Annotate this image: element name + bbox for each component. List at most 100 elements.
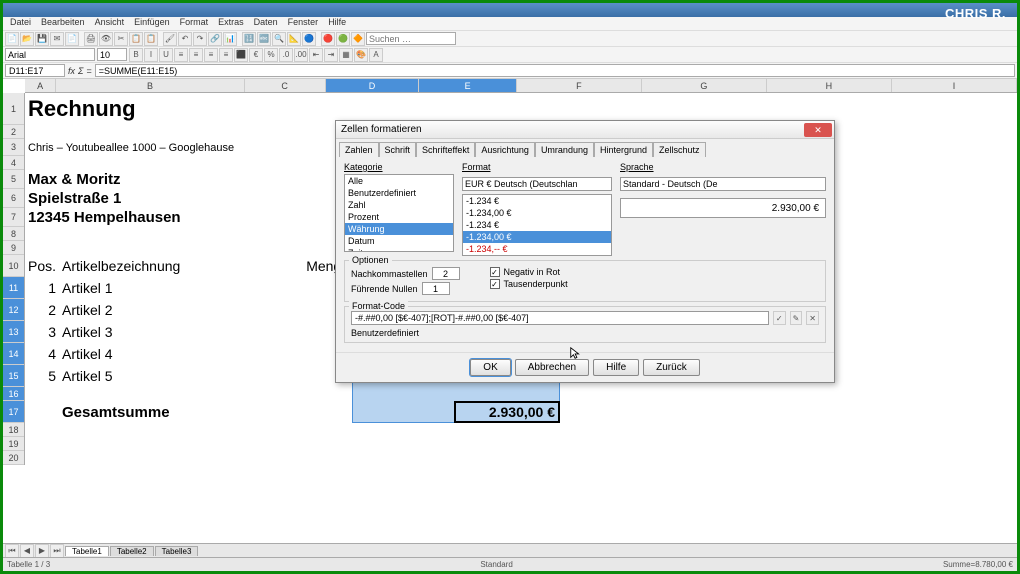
nullen-input[interactable]	[422, 282, 450, 295]
formula-input[interactable]: =SUMME(E11:E15)	[95, 64, 1015, 77]
toolbar-btn-16[interactable]: 🔤	[257, 32, 271, 46]
cell-reference-box[interactable]: D11:E17	[5, 64, 65, 77]
toolbar-btn-21[interactable]: 🟢	[336, 32, 350, 46]
menu-daten[interactable]: Daten	[249, 17, 283, 30]
cell[interactable]: 12345 Hempelhausen	[25, 208, 325, 227]
row-header[interactable]: 13	[3, 321, 24, 343]
menu-fenster[interactable]: Fenster	[283, 17, 324, 30]
cell[interactable]: 4	[25, 343, 59, 365]
row-header[interactable]: 20	[3, 451, 24, 465]
dialog-tab[interactable]: Schrifteffekt	[416, 142, 475, 157]
list-item[interactable]: -1.234 €	[463, 195, 611, 207]
formatcode-input[interactable]	[351, 311, 769, 325]
code-edit-icon[interactable]: ✎	[790, 311, 803, 325]
list-item[interactable]: Zahl	[345, 199, 453, 211]
cell[interactable]: 5	[25, 365, 59, 387]
row-header[interactable]: 17	[3, 401, 24, 423]
toolbar-btn-13[interactable]: 🔗	[208, 32, 222, 46]
toolbar-btn-9[interactable]: 📋	[144, 32, 158, 46]
dialog-tab[interactable]: Ausrichtung	[475, 142, 535, 157]
fmt-btn-7[interactable]: ⬛	[234, 48, 248, 62]
row-header[interactable]: 10	[3, 255, 24, 277]
font-name-select[interactable]	[5, 48, 95, 61]
fmt-btn-14[interactable]: ▦	[339, 48, 353, 62]
negativ-checkbox[interactable]: ✓	[490, 267, 500, 277]
toolbar-btn-1[interactable]: 📂	[20, 32, 34, 46]
row-header[interactable]: 9	[3, 241, 24, 255]
cell[interactable]: Artikelbezeichnung	[59, 255, 264, 277]
menu-format[interactable]: Format	[175, 17, 214, 30]
menu-bearbeiten[interactable]: Bearbeiten	[36, 17, 90, 30]
row-header[interactable]: 15	[3, 365, 24, 387]
cell[interactable]: 2	[25, 299, 59, 321]
cell[interactable]: Pos.	[25, 255, 59, 277]
row-header[interactable]: 7	[3, 208, 24, 227]
fx-icon[interactable]: fx	[68, 66, 75, 76]
toolbar-btn-12[interactable]: ↷	[193, 32, 207, 46]
list-item[interactable]: -1.234,-- €	[463, 243, 611, 255]
row-header[interactable]: 8	[3, 227, 24, 241]
cancel-button[interactable]: Abbrechen	[515, 359, 589, 376]
fmt-btn-1[interactable]: I	[144, 48, 158, 62]
toolbar-btn-0[interactable]: 📄	[5, 32, 19, 46]
tab-nav-last-icon[interactable]: ⏭	[50, 544, 64, 558]
toolbar-btn-15[interactable]: 🔢	[242, 32, 256, 46]
dialog-tab[interactable]: Zellschutz	[653, 142, 706, 157]
toolbar-btn-11[interactable]: ↶	[178, 32, 192, 46]
format-list[interactable]: -1.234 €-1.234,00 €-1.234 €-1.234,00 €-1…	[462, 194, 612, 256]
fmt-btn-4[interactable]: ≡	[189, 48, 203, 62]
equals-icon[interactable]: =	[86, 66, 91, 76]
fmt-btn-12[interactable]: ⇤	[309, 48, 323, 62]
cell[interactable]: Spielstraße 1	[25, 189, 325, 208]
col-header[interactable]: C	[245, 79, 326, 92]
format-currency-select[interactable]	[462, 177, 612, 191]
row-header[interactable]: 18	[3, 423, 24, 437]
col-header[interactable]: F	[517, 79, 642, 92]
col-header[interactable]: D	[326, 79, 420, 92]
cell[interactable]: Gesamtsumme	[59, 401, 264, 423]
dialog-tab[interactable]: Zahlen	[339, 142, 379, 157]
list-item[interactable]: -1.234 €	[463, 219, 611, 231]
kategorie-list[interactable]: AlleBenutzerdefiniertZahlProzentWährungD…	[344, 174, 454, 252]
col-header[interactable]: A	[25, 79, 56, 92]
ok-button[interactable]: OK	[470, 359, 510, 376]
cell[interactable]: Max & Moritz	[25, 170, 325, 189]
fmt-btn-2[interactable]: U	[159, 48, 173, 62]
fmt-btn-16[interactable]: A	[369, 48, 383, 62]
toolbar-btn-17[interactable]: 🔍	[272, 32, 286, 46]
row-header[interactable]: 6	[3, 189, 24, 208]
toolbar-btn-14[interactable]: 📊	[223, 32, 237, 46]
tab-nav-next-icon[interactable]: ▶	[35, 544, 49, 558]
list-item[interactable]: Währung	[345, 223, 453, 235]
row-header[interactable]: 14	[3, 343, 24, 365]
cell[interactable]: Artikel 3	[59, 321, 264, 343]
list-item[interactable]: -1.234,00 €	[463, 207, 611, 219]
toolbar-btn-6[interactable]: 👁	[99, 32, 113, 46]
menu-einfügen[interactable]: Einfügen	[129, 17, 175, 30]
tab-nav-prev-icon[interactable]: ◀	[20, 544, 34, 558]
toolbar-btn-8[interactable]: 📋	[129, 32, 143, 46]
toolbar-btn-10[interactable]: 🖌	[163, 32, 177, 46]
back-button[interactable]: Zurück	[643, 359, 700, 376]
row-header[interactable]: 12	[3, 299, 24, 321]
col-header[interactable]: G	[642, 79, 767, 92]
menu-datei[interactable]: Datei	[5, 17, 36, 30]
row-header[interactable]: 5	[3, 170, 24, 189]
col-header[interactable]: I	[892, 79, 1017, 92]
fmt-btn-11[interactable]: .00	[294, 48, 308, 62]
code-add-icon[interactable]: ✓	[773, 311, 786, 325]
cell[interactable]: 3	[25, 321, 59, 343]
font-size-select[interactable]	[97, 48, 127, 61]
fmt-btn-10[interactable]: .0	[279, 48, 293, 62]
toolbar-btn-2[interactable]: 💾	[35, 32, 49, 46]
toolbar-btn-7[interactable]: ✂	[114, 32, 128, 46]
sprache-select[interactable]	[620, 177, 826, 191]
menu-hilfe[interactable]: Hilfe	[323, 17, 351, 30]
cell[interactable]: Rechnung	[25, 93, 325, 125]
tab-nav-first-icon[interactable]: ⏮	[5, 544, 19, 558]
list-item[interactable]: Benutzerdefiniert	[345, 187, 453, 199]
list-item[interactable]: Datum	[345, 235, 453, 247]
fmt-btn-9[interactable]: %	[264, 48, 278, 62]
toolbar-btn-20[interactable]: 🔴	[321, 32, 335, 46]
col-header[interactable]: B	[56, 79, 244, 92]
